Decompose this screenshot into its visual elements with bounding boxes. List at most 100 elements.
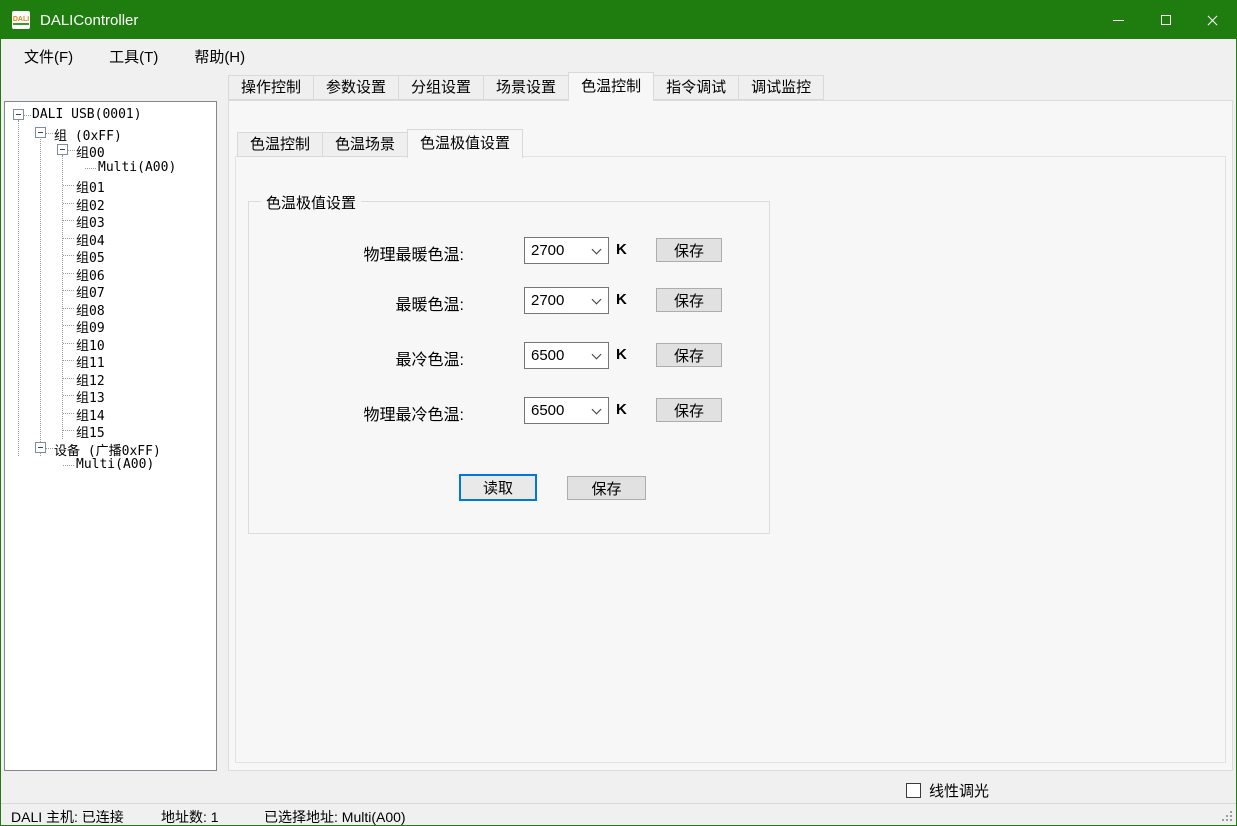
tree-expander-icon[interactable] — [13, 109, 24, 120]
tree-connector — [46, 133, 53, 134]
tree-item-label: 组 (0xFF) — [54, 125, 122, 144]
main-tab-4[interactable]: 色温控制 — [568, 72, 654, 101]
tree-item-label: 组14 — [76, 405, 105, 424]
main-tab-2[interactable]: 分组设置 — [398, 75, 484, 100]
status-address-count: 地址数: 1 — [161, 807, 219, 826]
cct-value-combobox[interactable]: 6500 — [524, 342, 609, 369]
tree-row[interactable]: 组07 — [5, 281, 216, 299]
tree-item-label: 组05 — [76, 247, 105, 266]
linear-dimming-option: 线性调光 — [906, 780, 989, 801]
cct-row-label: 最暖色温: — [249, 291, 464, 315]
close-icon — [1206, 14, 1219, 27]
main-tab-6[interactable]: 调试监控 — [738, 75, 824, 100]
cct-combobox-value: 2700 — [531, 292, 564, 309]
main-tab-3[interactable]: 场景设置 — [483, 75, 569, 100]
cct-combobox-value: 6500 — [531, 347, 564, 364]
tree-guide-1 — [40, 137, 41, 456]
row-save-button[interactable]: 保存 — [656, 238, 722, 262]
tree-row[interactable]: Multi(A00) — [5, 456, 216, 474]
menu-item-0[interactable]: 文件(F) — [14, 42, 83, 71]
tree-row[interactable]: 组11 — [5, 351, 216, 369]
tree-row[interactable]: 组12 — [5, 369, 216, 387]
tree-guide-0 — [18, 120, 19, 457]
sub-tab-0[interactable]: 色温控制 — [237, 132, 323, 157]
tree-item-label: 组11 — [76, 352, 105, 371]
groupbox-title: 色温极值设置 — [261, 192, 361, 213]
tree-row[interactable]: 组05 — [5, 246, 216, 264]
tree-item-label: 组10 — [76, 335, 105, 354]
sub-tab-page: 色温极值设置 物理最暖色温:2700K保存最暖色温:2700K保存最冷色温:65… — [235, 156, 1226, 763]
tree-row[interactable]: 组15 — [5, 421, 216, 439]
status-bar: DALI 主机: 已连接 地址数: 1 已选择地址: Multi(A00) — [1, 803, 1236, 825]
menu-item-2[interactable]: 帮助(H) — [184, 42, 255, 71]
tree-connector — [63, 395, 74, 396]
cct-value-combobox[interactable]: 6500 — [524, 397, 609, 424]
main-tab-page: 色温控制色温场景色温极值设置 色温极值设置 物理最暖色温:2700K保存最暖色温… — [228, 100, 1233, 771]
linear-dimming-checkbox[interactable] — [906, 783, 921, 798]
minimize-icon — [1113, 20, 1124, 21]
unit-label: K — [616, 346, 627, 363]
tree-item-label: Multi(A00) — [98, 160, 176, 175]
menu-item-1[interactable]: 工具(T) — [99, 42, 168, 71]
sub-tab-2[interactable]: 色温极值设置 — [407, 129, 523, 158]
tree-row[interactable]: 组09 — [5, 316, 216, 334]
tree-expander-icon[interactable] — [35, 442, 46, 453]
tree-expander-icon[interactable] — [35, 127, 46, 138]
tree-row[interactable]: 组 (0xFF) — [5, 124, 216, 142]
tree-row[interactable]: 组04 — [5, 229, 216, 247]
row-save-button[interactable]: 保存 — [656, 398, 722, 422]
chevron-down-icon — [592, 245, 602, 255]
tree-row[interactable]: 组00 — [5, 141, 216, 159]
cct-limits-groupbox: 色温极值设置 物理最暖色温:2700K保存最暖色温:2700K保存最冷色温:65… — [248, 201, 770, 534]
tree-connector — [63, 325, 74, 326]
tree-row[interactable]: 设备 (广播0xFF) — [5, 439, 216, 457]
tree-connector — [63, 343, 74, 344]
sub-tab-1[interactable]: 色温场景 — [322, 132, 408, 157]
maximize-button[interactable] — [1142, 1, 1189, 39]
cct-value-combobox[interactable]: 2700 — [524, 237, 609, 264]
row-save-button[interactable]: 保存 — [656, 288, 722, 312]
tree-row[interactable]: DALI USB(0001) — [5, 106, 216, 124]
status-selected-address: 已选择地址: Multi(A00) — [264, 807, 406, 826]
tree-item-label: 组09 — [76, 317, 105, 336]
window-controls — [1095, 1, 1236, 39]
main-tab-strip: 操作控制参数设置分组设置场景设置色温控制指令调试调试监控 — [228, 72, 824, 100]
tree-row[interactable]: Multi(A00) — [5, 159, 216, 177]
tree-row[interactable]: 组08 — [5, 299, 216, 317]
main-tab-5[interactable]: 指令调试 — [653, 75, 739, 100]
tree-item-label: 设备 (广播0xFF) — [54, 440, 161, 459]
cct-row-label: 物理最冷色温: — [249, 401, 464, 425]
tree-connector — [63, 273, 74, 274]
tree-connector — [63, 290, 74, 291]
main-tab-0[interactable]: 操作控制 — [228, 75, 314, 100]
cct-row-label: 最冷色温: — [249, 346, 464, 370]
close-button[interactable] — [1189, 1, 1236, 39]
minimize-button[interactable] — [1095, 1, 1142, 39]
row-save-button[interactable]: 保存 — [656, 343, 722, 367]
tree-row[interactable]: 组03 — [5, 211, 216, 229]
save-all-button[interactable]: 保存 — [567, 476, 646, 500]
tree-item-label: 组15 — [76, 422, 105, 441]
tree-item-label: 组02 — [76, 195, 105, 214]
cct-row-label: 物理最暖色温: — [249, 241, 464, 265]
tree-row[interactable]: 组01 — [5, 176, 216, 194]
tree-row[interactable]: 组06 — [5, 264, 216, 282]
tree-row[interactable]: 组14 — [5, 404, 216, 422]
titlebar: DALI DALIController — [1, 1, 1236, 39]
chevron-down-icon — [592, 405, 602, 415]
tree-row[interactable]: 组13 — [5, 386, 216, 404]
tree-connector — [63, 238, 74, 239]
read-button[interactable]: 读取 — [459, 474, 537, 501]
resize-grip[interactable] — [1230, 819, 1232, 821]
main-tab-1[interactable]: 参数设置 — [313, 75, 399, 100]
tree-guide-2 — [62, 155, 63, 439]
tree-expander-icon[interactable] — [57, 144, 68, 155]
unit-label: K — [616, 401, 627, 418]
tree-row[interactable]: 组02 — [5, 194, 216, 212]
app-icon: DALI — [12, 11, 30, 29]
tree-connector — [46, 448, 53, 449]
tree-row[interactable]: 组10 — [5, 334, 216, 352]
tree-connector — [63, 430, 74, 431]
tree-connector — [63, 378, 74, 379]
cct-value-combobox[interactable]: 2700 — [524, 287, 609, 314]
